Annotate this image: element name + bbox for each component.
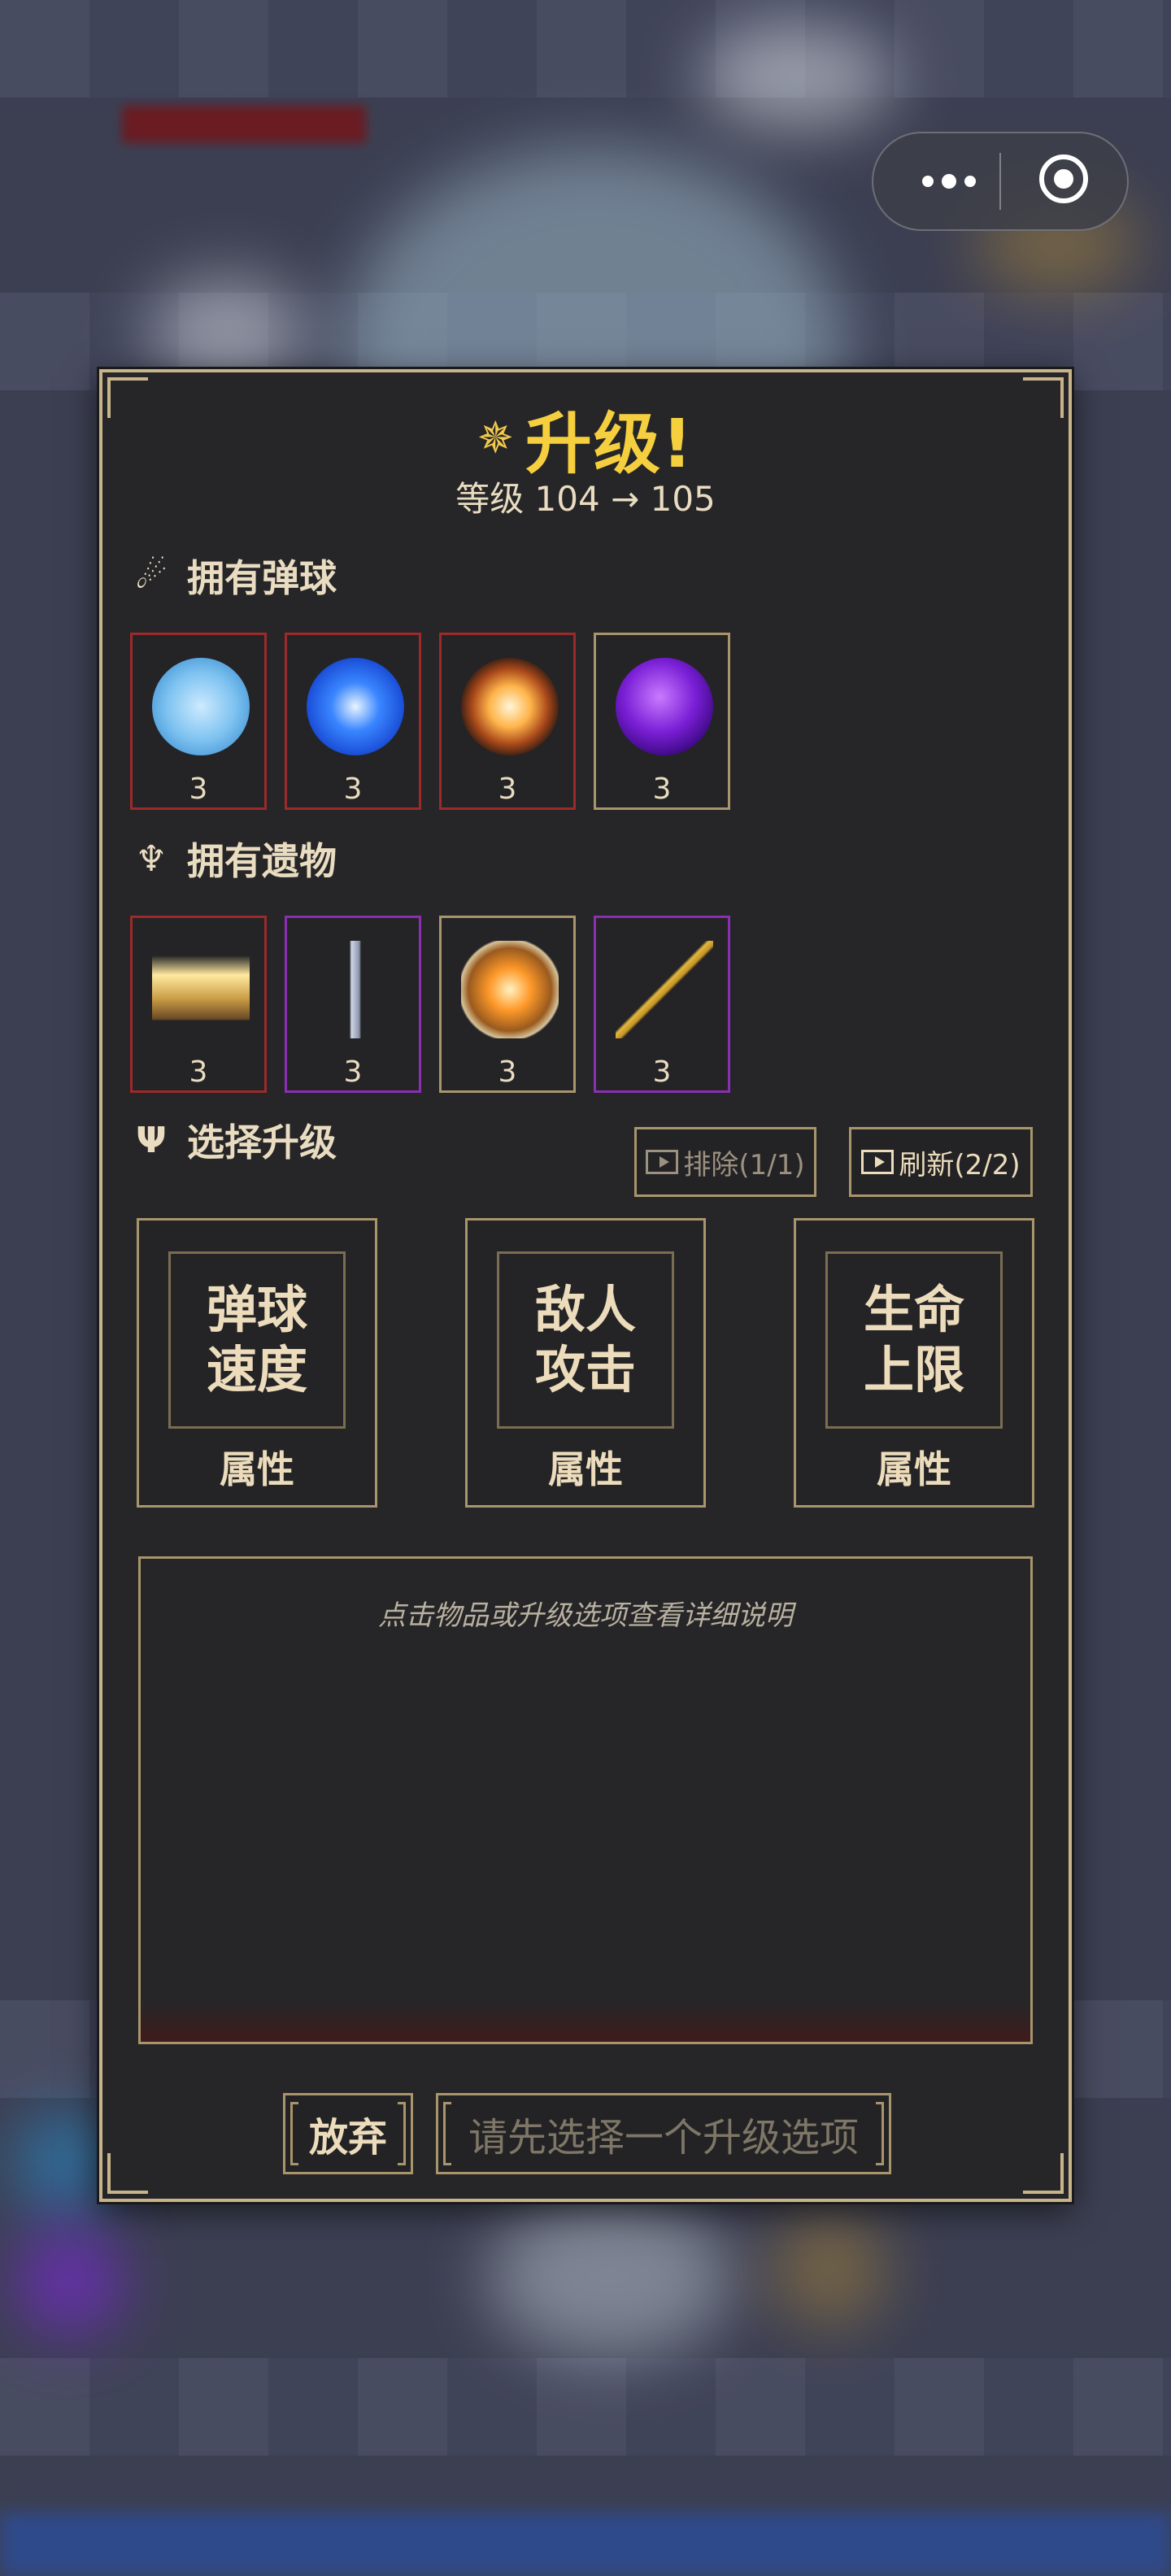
- item-count: 3: [652, 772, 672, 806]
- void-orb-image: [616, 658, 713, 755]
- ball-slot-ice[interactable]: 3: [130, 633, 267, 810]
- lightning-orb-image: [307, 658, 404, 755]
- mini-program-capsule: [872, 132, 1129, 231]
- more-menu-icon[interactable]: [912, 133, 986, 229]
- upgrade-option-ball-speed[interactable]: 弹球 速度 属性: [137, 1218, 377, 1508]
- panel-glow: [141, 2001, 1030, 2042]
- upgrade-option-max-hp[interactable]: 生命 上限 属性: [794, 1218, 1034, 1508]
- ball-slot-void[interactable]: 3: [594, 633, 730, 810]
- chalice-icon: ♆: [135, 838, 168, 880]
- upgrade-option-type: 属性: [220, 1447, 294, 1491]
- owned-balls-label: 拥有弹球: [187, 556, 337, 600]
- upgrade-option-name: 弹球 速度: [168, 1251, 346, 1429]
- item-count: 3: [498, 1055, 517, 1089]
- sword-image: [307, 941, 404, 1038]
- button-bracket: [398, 2102, 406, 2165]
- capsule-divider: [999, 153, 1001, 210]
- video-ad-icon: [861, 1150, 895, 1174]
- frame-corner: [107, 2153, 148, 2194]
- ball-slot-fire[interactable]: 3: [439, 633, 576, 810]
- owned-relics-heading: ♆ 拥有遗物: [130, 834, 337, 884]
- upgrade-option-type: 属性: [548, 1447, 623, 1491]
- frame-corner: [1023, 2153, 1064, 2194]
- relic-slot-book[interactable]: 3: [130, 916, 267, 1093]
- item-count: 3: [189, 772, 208, 806]
- owned-relics-label: 拥有遗物: [187, 839, 337, 883]
- golden-arrow-image: [616, 941, 713, 1038]
- owned-balls-heading: ☄ 拥有弹球: [130, 551, 337, 601]
- video-ad-icon: [646, 1150, 679, 1174]
- option-name-line1: 生命: [863, 1280, 964, 1339]
- refresh-label: 刷新(2/2): [899, 1148, 1021, 1181]
- spell-book-image: [152, 941, 250, 1038]
- refresh-button[interactable]: 刷新(2/2): [849, 1127, 1033, 1197]
- upgrade-option-name: 生命 上限: [825, 1251, 1003, 1429]
- option-name-line2: 上限: [863, 1340, 964, 1399]
- item-count: 3: [498, 772, 517, 806]
- close-target-icon[interactable]: [1039, 154, 1088, 203]
- upgrade-option-enemy-attack[interactable]: 敌人 攻击 属性: [465, 1218, 706, 1508]
- fire-orb-image: [461, 658, 559, 755]
- item-count: 3: [652, 1055, 672, 1089]
- option-name-line2: 速度: [206, 1340, 307, 1399]
- upgrade-option-name: 敌人 攻击: [497, 1251, 674, 1429]
- relic-slot-sword[interactable]: 3: [285, 916, 421, 1093]
- item-count: 3: [343, 772, 363, 806]
- confirm-upgrade-button[interactable]: 请先选择一个升级选项: [436, 2093, 891, 2174]
- upgrade-option-type: 属性: [877, 1447, 951, 1491]
- sparkle-icon: ✵: [477, 411, 514, 463]
- amulet-image: [461, 941, 559, 1038]
- description-panel: 点击物品或升级选项查看详细说明: [138, 1556, 1033, 2044]
- give-up-label: 放弃: [308, 2115, 387, 2160]
- description-hint: 点击物品或升级选项查看详细说明: [378, 1599, 793, 1632]
- give-up-button[interactable]: 放弃: [283, 2093, 413, 2174]
- option-name-line1: 弹球: [206, 1280, 307, 1339]
- confirm-upgrade-label: 请先选择一个升级选项: [468, 2115, 859, 2160]
- level-up-dialog: ✵ 升级! 等级 104 → 105 ☄ 拥有弹球 3 3 3 3 ♆ 拥有遗物…: [99, 369, 1072, 2202]
- exclude-button[interactable]: 排除(1/1): [634, 1127, 816, 1197]
- button-bracket: [443, 2102, 451, 2165]
- item-count: 3: [343, 1055, 363, 1089]
- option-name-line2: 攻击: [534, 1340, 636, 1399]
- title-row: ✵ 升级!: [102, 397, 1069, 483]
- relic-slot-arrow[interactable]: 3: [594, 916, 730, 1093]
- exclude-label: 排除(1/1): [683, 1148, 805, 1181]
- ice-orb-image: [152, 658, 250, 755]
- level-change: 等级 104 → 105: [455, 479, 716, 519]
- comet-icon: ☄: [135, 555, 168, 597]
- option-name-line1: 敌人: [534, 1280, 636, 1339]
- ball-slot-lightning[interactable]: 3: [285, 633, 421, 810]
- item-count: 3: [189, 1055, 208, 1089]
- button-bracket: [290, 2102, 298, 2165]
- choose-upgrade-label: 选择升级: [187, 1120, 337, 1164]
- trident-icon: Ψ: [136, 1119, 167, 1161]
- button-bracket: [876, 2102, 884, 2165]
- relic-slot-amulet[interactable]: 3: [439, 916, 576, 1093]
- choose-upgrade-heading: Ψ 选择升级: [130, 1116, 337, 1165]
